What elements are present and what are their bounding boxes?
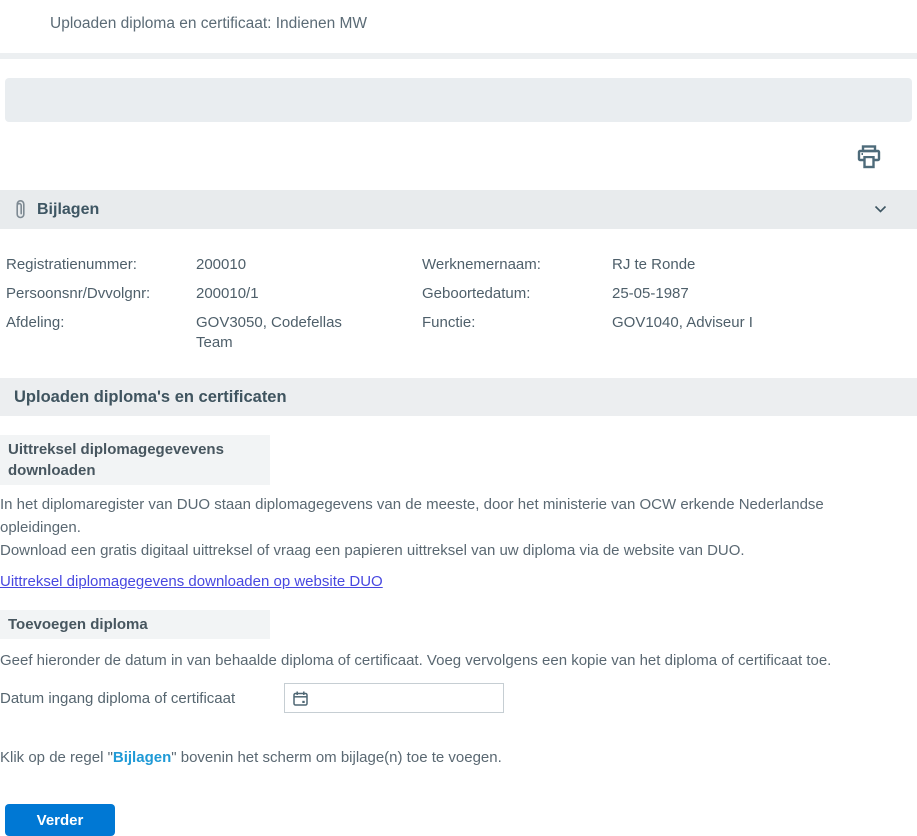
- duo-info-line2: Download een gratis digitaal uittreksel …: [0, 542, 745, 559]
- paperclip-icon: [14, 198, 27, 221]
- chevron-down-icon: [874, 205, 887, 214]
- detail-value: GOV1040, Adviseur I: [612, 314, 753, 331]
- date-input[interactable]: [315, 684, 514, 712]
- printer-icon: [855, 143, 883, 175]
- bijlagen-hint-note: Klik op de regel "Bijlagen" bovenin het …: [0, 749, 917, 766]
- bijlagen-collapse-bar[interactable]: Bijlagen: [0, 190, 917, 229]
- note-prefix: Klik op de regel ": [0, 749, 113, 766]
- detail-value: 25-05-1987: [612, 285, 689, 302]
- date-field-row: Datum ingang diploma of certificaat: [0, 683, 917, 713]
- subsection-heading-uittreksel: Uittreksel diplomagegevevens downloaden: [0, 435, 270, 485]
- date-field-label: Datum ingang diploma of certificaat: [0, 689, 236, 707]
- detail-value: GOV3050, Codefellas Team: [196, 314, 342, 351]
- detail-value: 200010/1: [196, 285, 259, 302]
- toolbar-separator: [0, 53, 917, 59]
- duo-info-paragraph: In het diplomaregister van DUO staan dip…: [0, 493, 905, 562]
- detail-label: Afdeling:: [6, 314, 65, 331]
- detail-value: RJ te Ronde: [612, 256, 696, 273]
- employee-details-grid: Registratienummer: 200010 Werknemernaam:…: [0, 255, 917, 353]
- note-suffix: " bovenin het scherm om bijlage(n) toe t…: [171, 749, 502, 766]
- detail-label: Registratienummer:: [6, 256, 137, 273]
- subsection-heading-toevoegen: Toevoegen diploma: [0, 610, 270, 639]
- detail-value: 200010: [196, 256, 247, 273]
- duo-info-line1: In het diplomaregister van DUO staan dip…: [0, 496, 824, 536]
- detail-label: Werknemernaam:: [422, 256, 541, 273]
- detail-label: Persoonsnr/Dvvolgnr:: [6, 285, 151, 302]
- date-input-wrap: [284, 683, 514, 713]
- calendar-icon[interactable]: [292, 690, 309, 707]
- bijlagen-bar-label: Bijlagen: [37, 200, 100, 218]
- empty-toolbar-panel: [5, 78, 912, 122]
- note-bijlagen-word: Bijlagen: [112, 749, 172, 766]
- toevoegen-paragraph: Geef hieronder de datum in van behaalde …: [0, 652, 832, 669]
- verder-button[interactable]: Verder: [5, 804, 115, 836]
- section-header-uploaden: Uploaden diploma's en certificaten: [0, 378, 917, 416]
- detail-label: Functie:: [422, 314, 476, 331]
- duo-download-link[interactable]: Uittreksel diplomagegevens downloaden op…: [0, 573, 383, 590]
- detail-label: Geboortedatum:: [422, 285, 531, 302]
- print-row: [0, 145, 917, 173]
- page-title: Uploaden diploma en certificaat: Indiene…: [50, 15, 368, 32]
- print-button[interactable]: [854, 145, 884, 173]
- action-row: Verder: [0, 804, 917, 836]
